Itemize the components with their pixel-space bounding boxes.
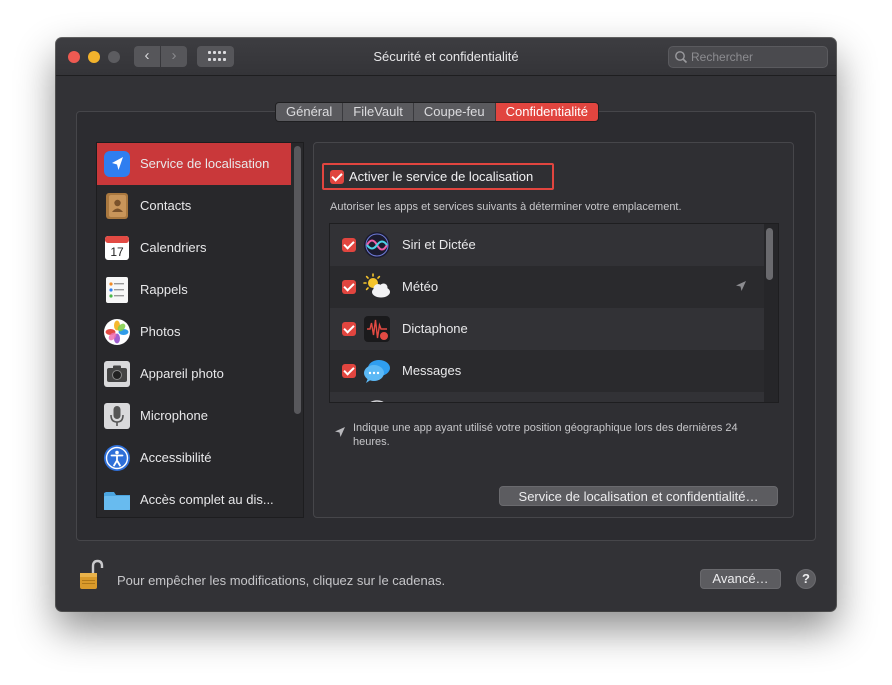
app-checkbox[interactable] — [342, 364, 356, 378]
advanced-button[interactable]: Avancé… — [700, 569, 781, 589]
unlocked-padlock-icon[interactable] — [78, 559, 104, 591]
enable-location-services-label: Activer le service de localisation — [349, 169, 534, 184]
search-placeholder: Rechercher — [691, 50, 754, 64]
sidebar-item-label: Contacts — [140, 198, 192, 213]
app-row-voice-memos[interactable]: Dictaphone — [330, 308, 764, 350]
app-label: Dictaphone — [402, 321, 468, 336]
sidebar-item-label: Service de localisation — [140, 156, 270, 171]
app-label: Messages — [402, 363, 462, 378]
sidebar-item-label: Accès complet au dis... — [140, 492, 274, 507]
messages-icon — [364, 360, 390, 383]
apps-description: Autoriser les apps et services suivants … — [330, 201, 682, 213]
sidebar-item-contacts[interactable]: Contacts — [97, 185, 291, 227]
app-icon-partial — [370, 400, 384, 402]
app-list: Siri et Dictée Météo Dictaphone Messages — [329, 223, 779, 403]
sidebar-scrollbar[interactable] — [294, 146, 301, 414]
calendar-icon: 17 — [105, 236, 129, 260]
weather-icon — [363, 273, 390, 298]
app-row-messages[interactable]: Messages — [330, 350, 764, 392]
voice-memos-icon — [364, 316, 390, 342]
sidebar-item-calendars[interactable]: 17 Calendriers — [97, 227, 291, 269]
tab-firewall[interactable]: Coupe-feu — [413, 103, 496, 121]
sidebar-item-accessibility[interactable]: Accessibilité — [97, 437, 291, 479]
tab-general[interactable]: Général — [276, 103, 344, 121]
tab-filevault[interactable]: FileVault — [343, 103, 414, 121]
recent-location-arrow-icon — [736, 281, 746, 291]
reminders-icon — [106, 277, 128, 303]
title-bar: ‹ › Sécurité et confidentialité Recherch… — [56, 38, 836, 76]
sidebar-item-microphone[interactable]: Microphone — [97, 395, 291, 437]
sidebar-item-label: Calendriers — [140, 240, 207, 255]
location-arrow-icon — [335, 427, 345, 437]
contacts-book-icon — [106, 193, 128, 219]
photos-icon — [104, 319, 130, 345]
sidebar-item-reminders[interactable]: Rappels — [97, 269, 291, 311]
folder-icon — [104, 492, 130, 510]
help-button[interactable]: ? — [796, 569, 816, 589]
microphone-icon — [104, 403, 130, 429]
sidebar-item-label: Accessibilité — [140, 450, 212, 465]
app-row-weather[interactable]: Météo — [330, 266, 764, 308]
app-row-partial — [330, 392, 764, 402]
tab-bar: Général FileVault Coupe-feu Confidential… — [275, 102, 599, 122]
sidebar-item-label: Rappels — [140, 282, 188, 297]
sidebar-item-label: Microphone — [140, 408, 208, 423]
svg-text:17: 17 — [110, 245, 124, 259]
app-row-siri[interactable]: Siri et Dictée — [330, 224, 764, 266]
lock-hint-text: Pour empêcher les modifications, cliquez… — [117, 573, 446, 588]
sidebar-item-photos[interactable]: Photos — [97, 311, 291, 353]
enable-location-services-checkbox[interactable]: Activer le service de localisation — [322, 163, 554, 190]
camera-icon — [104, 361, 130, 387]
tab-privacy[interactable]: Confidentialité — [495, 103, 598, 121]
sidebar-item-label: Appareil photo — [140, 366, 224, 381]
app-checkbox[interactable] — [342, 322, 356, 336]
sidebar-item-location-services[interactable]: Service de localisation — [97, 143, 291, 185]
recent-location-note: Indique une app ayant utilisé votre posi… — [353, 422, 738, 448]
preferences-window: ‹ › Sécurité et confidentialité Recherch… — [56, 38, 836, 611]
location-privacy-details-button[interactable]: Service de localisation et confidentiali… — [499, 486, 778, 506]
location-services-panel: Activer le service de localisation Autor… — [313, 142, 794, 518]
search-field[interactable]: Rechercher — [668, 46, 828, 68]
privacy-category-list: Service de localisation Contacts 17 Cale… — [96, 142, 304, 518]
app-label: Météo — [402, 279, 439, 294]
accessibility-icon — [104, 445, 130, 471]
sidebar-item-label: Photos — [140, 324, 181, 339]
siri-icon — [364, 232, 390, 258]
app-label: Siri et Dictée — [402, 237, 476, 252]
app-checkbox[interactable] — [342, 238, 356, 252]
checkbox-checked[interactable] — [330, 170, 344, 184]
location-arrow-icon — [104, 151, 130, 177]
app-checkbox[interactable] — [342, 280, 356, 294]
sidebar-item-camera[interactable]: Appareil photo — [97, 353, 291, 395]
app-list-scrollbar[interactable] — [766, 228, 773, 280]
search-icon — [675, 51, 688, 64]
sidebar-item-full-disk-access[interactable]: Accès complet au dis... — [97, 479, 291, 517]
